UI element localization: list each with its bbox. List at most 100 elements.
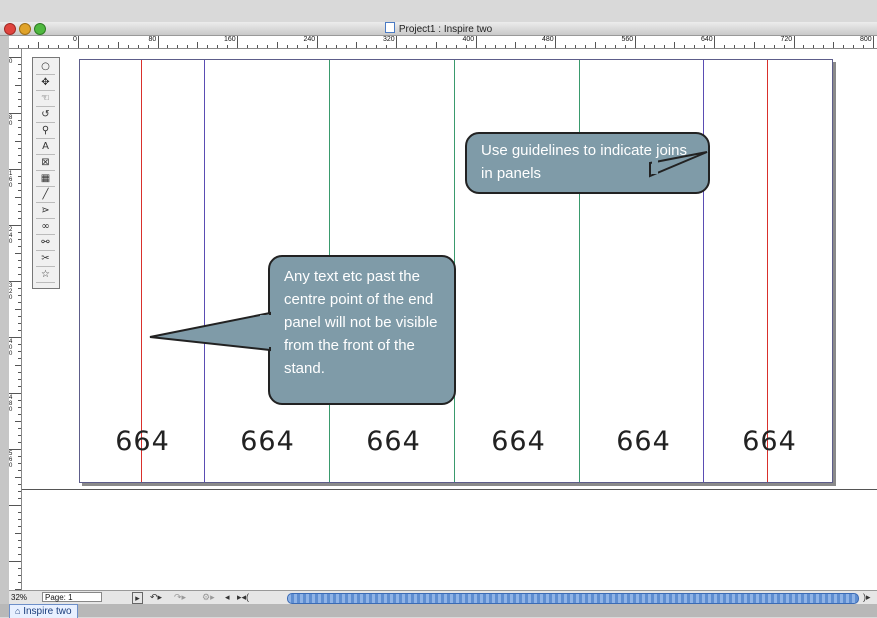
ruler-tick	[127, 45, 129, 48]
ruler-tick	[18, 106, 21, 107]
ruler-tick	[18, 330, 21, 331]
ruler-tick	[9, 393, 21, 394]
ruler-tick	[714, 36, 715, 48]
ruler-tick	[18, 414, 21, 415]
ruler-tick	[18, 554, 21, 555]
ruler-tick	[18, 575, 21, 576]
link-icon[interactable]: ∞	[36, 220, 55, 235]
ruler-tick	[843, 45, 845, 48]
ruler-tick	[18, 582, 21, 583]
text-box-icon[interactable]: A	[36, 140, 55, 155]
scissors-icon[interactable]: ✂	[36, 252, 55, 267]
ruler-tick	[18, 232, 21, 233]
ruler-tick	[614, 45, 616, 48]
page-navigator-icon[interactable]: ▸◂(	[237, 592, 249, 602]
guideline[interactable]	[579, 60, 580, 482]
ruler-tick	[256, 45, 258, 48]
ruler-tick	[18, 64, 21, 65]
ruler-label: 320	[9, 283, 13, 301]
ruler-tick	[15, 85, 21, 86]
horizontal-scrollbar-thumb[interactable]	[287, 593, 859, 604]
guideline[interactable]	[703, 60, 704, 482]
zoom-level-field[interactable]: 32%	[11, 591, 27, 605]
ruler-label: 320	[383, 36, 395, 43]
guideline[interactable]	[767, 60, 768, 482]
ruler-tick	[15, 533, 21, 534]
ruler-tick	[197, 42, 199, 48]
pointer-icon[interactable]: ○	[36, 60, 55, 75]
unlink-icon[interactable]: ⚯	[36, 236, 55, 251]
ruler-label: 400	[462, 36, 475, 43]
ruler-tick	[793, 36, 795, 48]
page-menu-button[interactable]: ▸	[132, 592, 143, 604]
item-tool-icon[interactable]: ✥	[36, 76, 55, 91]
ruler-label: 640	[701, 36, 713, 43]
ruler-tick	[634, 36, 636, 48]
ruler-tick	[18, 204, 21, 205]
ruler-tick	[28, 45, 30, 48]
ruler-tick	[386, 45, 388, 48]
ruler-tick	[15, 197, 21, 198]
callout-guidelines[interactable]: Use guidelines to indicate joins in pane…	[465, 132, 710, 194]
ruler-tick	[356, 42, 358, 48]
ruler-tick	[107, 45, 109, 48]
zoom-icon[interactable]: ⚲	[36, 124, 55, 139]
ruler-tick	[326, 45, 328, 48]
ruler-tick	[15, 309, 21, 310]
panel-number: 664	[616, 426, 671, 457]
line-icon[interactable]: ╱	[36, 188, 55, 203]
text-path-icon[interactable]: ⋗	[36, 204, 55, 219]
status-bar: 32% Page: 1 ▸ ↶▸ ↷▸ ⚙▸ ◂ ▸◂( )▸	[9, 590, 877, 605]
ruler-tick	[584, 45, 586, 48]
guideline[interactable]	[204, 60, 205, 482]
ruler-tick	[18, 120, 21, 121]
ruler-tick	[227, 45, 229, 48]
ruler-tick	[833, 42, 835, 48]
picture-box-icon[interactable]: ⊠	[36, 156, 55, 171]
undo-icon[interactable]: ↶▸	[150, 592, 162, 602]
ruler-tick	[137, 45, 139, 48]
rotate-icon[interactable]: ↺	[36, 108, 55, 123]
redo-icon[interactable]: ↷▸	[174, 592, 186, 602]
page-number-field[interactable]: Page: 1	[42, 592, 102, 602]
layout-tab-icon: ⌂	[15, 606, 21, 616]
document-canvas[interactable]: 664 664 664 664 664 664 Use guidelines to ind…	[22, 49, 877, 590]
ruler-tick	[207, 45, 209, 48]
ruler-tick	[117, 42, 119, 48]
table-icon[interactable]: ▦	[36, 172, 55, 187]
ruler-tick	[9, 337, 21, 338]
ruler-tick	[18, 78, 21, 79]
guideline[interactable]	[141, 60, 142, 482]
ruler-label: 560	[621, 36, 634, 43]
star-icon[interactable]: ☆	[36, 268, 55, 283]
ruler-tick	[18, 519, 21, 520]
layout-tab[interactable]: ⌂ Inspire two	[9, 604, 78, 618]
callout-tails	[149, 151, 708, 352]
scroll-right-arrow-icon[interactable]: )▸	[863, 592, 871, 602]
ruler-tick	[863, 45, 865, 48]
ruler-tick	[763, 45, 765, 48]
ruler-tick	[18, 148, 21, 149]
ruler-tick	[564, 45, 566, 48]
page[interactable]: 664 664 664 664 664 664 Use guidelines to ind…	[79, 59, 833, 483]
callout-centre-point[interactable]: Any text etc past the centre point of th…	[268, 255, 456, 405]
ruler-label: 480	[542, 36, 554, 43]
vertical-ruler[interactable]: 0 80 160 240 320 400 480 560	[9, 49, 22, 590]
view-options-icon[interactable]: ⚙▸	[202, 592, 215, 602]
ruler-tick	[306, 45, 308, 48]
horizontal-ruler[interactable]: 080160240320400480560640720800880960	[9, 36, 877, 49]
callout-guidelines-text: Use guidelines to indicate joins in pane…	[481, 142, 687, 182]
ruler-tick	[753, 42, 755, 48]
ruler-tick	[803, 45, 805, 48]
ruler-tick	[654, 45, 656, 48]
layout-tab-strip: ⌂ Inspire two	[0, 604, 877, 618]
ruler-tick	[18, 267, 21, 268]
ruler-tick	[704, 45, 706, 48]
previous-page-icon[interactable]: ◂	[225, 592, 230, 602]
ruler-tick	[9, 57, 21, 58]
ruler-tick	[555, 36, 556, 48]
panel-number: 664	[491, 426, 546, 457]
spread-boundary	[22, 489, 877, 490]
ruler-tick	[266, 45, 268, 48]
content-tool-icon[interactable]: ☜	[36, 92, 55, 107]
